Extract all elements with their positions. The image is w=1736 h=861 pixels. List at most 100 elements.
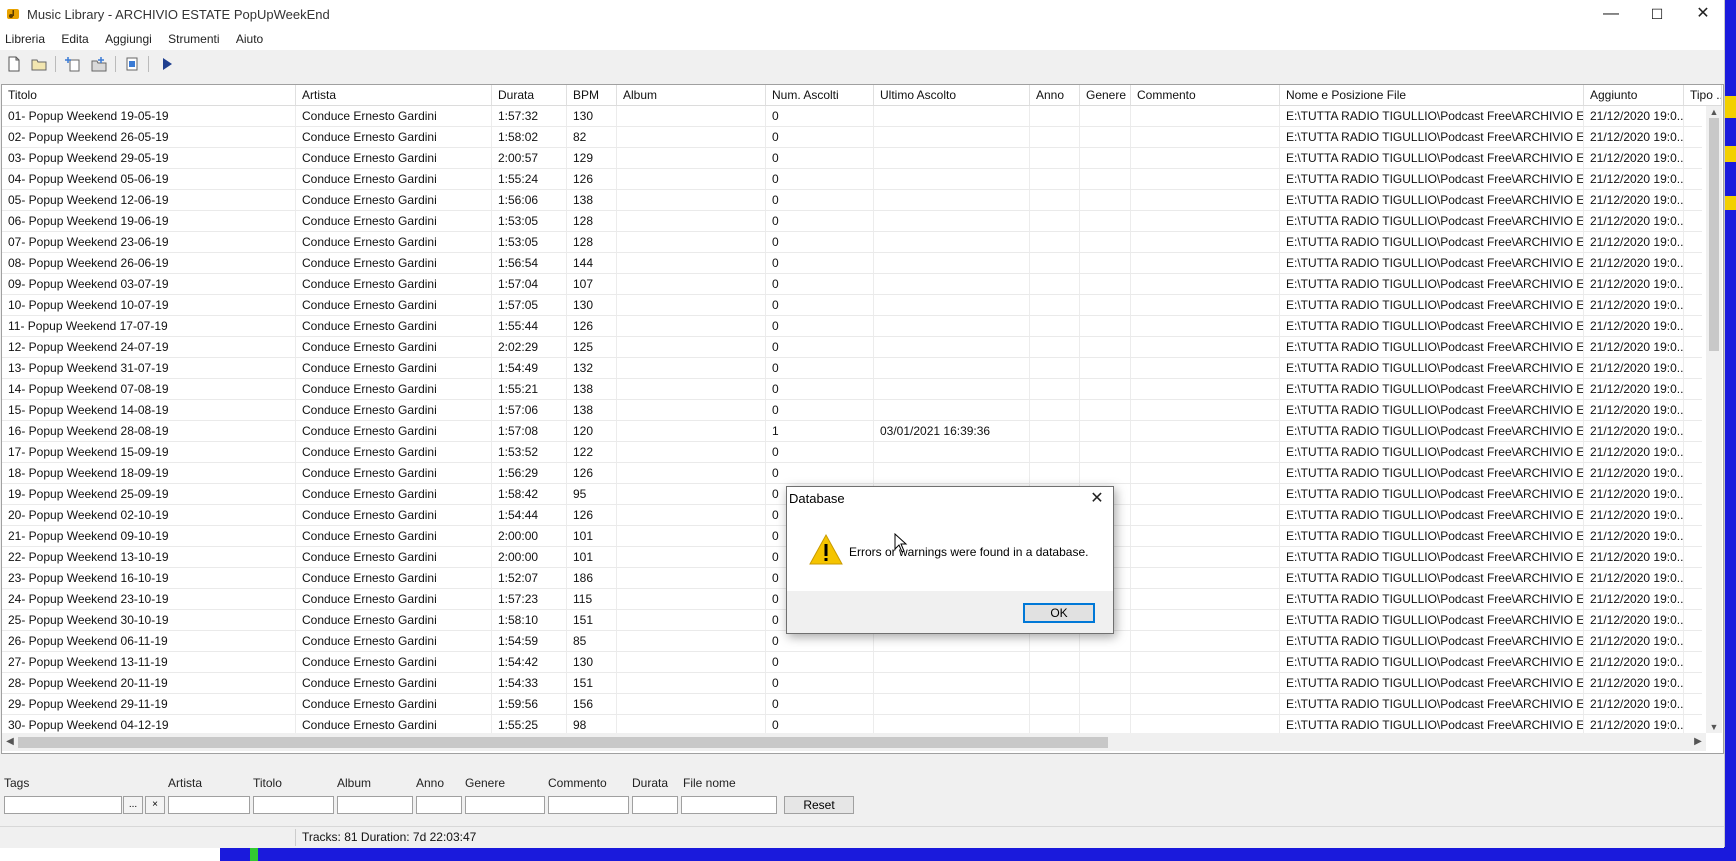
scroll-up-arrow-icon[interactable]: ▲ (1706, 106, 1722, 118)
table-row[interactable]: 07- Popup Weekend 23-06-19 Conduce Ernest… (2, 232, 1702, 253)
add-folder-icon[interactable] (89, 54, 109, 74)
scroll-left-arrow-icon[interactable]: ◀ (2, 733, 18, 751)
menu-aiuto[interactable]: Aiuto (231, 30, 263, 48)
cell-commento (1131, 232, 1280, 252)
add-files-icon[interactable] (63, 54, 83, 74)
column-header-num-ascolti[interactable]: Num. Ascolti (766, 85, 874, 105)
table-row[interactable]: 30- Popup Weekend 04-12-19 Conduce Ernest… (2, 715, 1702, 733)
horizontal-scroll-thumb[interactable] (18, 737, 1108, 748)
cell-durata: 1:58:42 (492, 484, 567, 504)
cell-genere (1080, 400, 1131, 420)
cell-anno (1030, 274, 1080, 294)
cell-album (617, 526, 766, 546)
table-row[interactable]: 14- Popup Weekend 07-08-19 Conduce Ernest… (2, 379, 1702, 400)
maximize-button[interactable]: ☐ (1634, 0, 1680, 30)
album-filter-input[interactable] (337, 796, 413, 814)
cell-tipo (1684, 106, 1702, 126)
anno-filter-input[interactable] (416, 796, 462, 814)
open-folder-icon[interactable] (29, 54, 49, 74)
tags-filter-input[interactable] (4, 796, 122, 814)
cell-num-ascolti: 0 (766, 127, 874, 147)
file-nome-filter-input[interactable] (681, 796, 777, 814)
genere-filter-input[interactable] (465, 796, 545, 814)
column-header-tipo[interactable]: Tipo ... (1684, 85, 1722, 105)
column-header-album[interactable]: Album (617, 85, 766, 105)
durata-filter-input[interactable] (632, 796, 678, 814)
cell-bpm: 126 (567, 505, 617, 525)
menu-aggiungi[interactable]: Aggiungi (100, 30, 152, 48)
cell-durata: 2:00:00 (492, 526, 567, 546)
column-header-anno[interactable]: Anno (1030, 85, 1080, 105)
cell-num-ascolti: 0 (766, 253, 874, 273)
column-header-artista[interactable]: Artista (296, 85, 492, 105)
cell-commento (1131, 316, 1280, 336)
table-row[interactable]: 06- Popup Weekend 19-06-19 Conduce Ernest… (2, 211, 1702, 232)
table-row[interactable]: 13- Popup Weekend 31-07-19 Conduce Ernest… (2, 358, 1702, 379)
table-row[interactable]: 04- Popup Weekend 05-06-19 Conduce Ernest… (2, 169, 1702, 190)
menu-strumenti[interactable]: Strumenti (163, 30, 219, 48)
play-icon[interactable] (157, 54, 177, 74)
cell-commento (1131, 421, 1280, 441)
table-row[interactable]: 11- Popup Weekend 17-07-19 Conduce Ernest… (2, 316, 1702, 337)
table-row[interactable]: 15- Popup Weekend 14-08-19 Conduce Ernest… (2, 400, 1702, 421)
table-row[interactable]: 09- Popup Weekend 03-07-19 Conduce Ernest… (2, 274, 1702, 295)
table-row[interactable]: 29- Popup Weekend 29-11-19 Conduce Ernest… (2, 694, 1702, 715)
cell-album (617, 421, 766, 441)
cell-commento (1131, 148, 1280, 168)
column-header-commento[interactable]: Commento (1131, 85, 1280, 105)
export-icon[interactable] (122, 54, 142, 74)
scroll-right-arrow-icon[interactable]: ▶ (1690, 733, 1706, 751)
cell-ultimo-ascolto (874, 106, 1030, 126)
column-header-genere[interactable]: Genere (1080, 85, 1131, 105)
column-header-bpm[interactable]: BPM (567, 85, 617, 105)
ok-button[interactable]: OK (1023, 603, 1095, 623)
cell-bpm: 126 (567, 316, 617, 336)
table-row[interactable]: 02- Popup Weekend 26-05-19 Conduce Ernest… (2, 127, 1702, 148)
cell-bpm: 130 (567, 106, 617, 126)
vertical-scrollbar[interactable]: ▲ ▼ (1706, 106, 1722, 733)
menu-edita[interactable]: Edita (56, 30, 88, 48)
table-row[interactable]: 03- Popup Weekend 29-05-19 Conduce Ernest… (2, 148, 1702, 169)
column-header-ultimo-ascolto[interactable]: Ultimo Ascolto (874, 85, 1030, 105)
artista-filter-input[interactable] (168, 796, 250, 814)
tags-browse-button[interactable]: ... (123, 796, 143, 814)
scroll-down-arrow-icon[interactable]: ▼ (1706, 721, 1722, 733)
new-file-icon[interactable] (4, 54, 24, 74)
close-button[interactable]: ✕ (1680, 0, 1726, 30)
table-row[interactable]: 05- Popup Weekend 12-06-19 Conduce Ernest… (2, 190, 1702, 211)
table-row[interactable]: 26- Popup Weekend 06-11-19 Conduce Ernest… (2, 631, 1702, 652)
table-row[interactable]: 12- Popup Weekend 24-07-19 Conduce Ernest… (2, 337, 1702, 358)
column-header-titolo[interactable]: Titolo (2, 85, 296, 105)
cell-album (617, 358, 766, 378)
minimize-button[interactable]: — (1588, 0, 1634, 30)
reset-button[interactable]: Reset (784, 796, 854, 814)
cell-durata: 1:57:06 (492, 400, 567, 420)
menu-libreria[interactable]: Libreria (0, 30, 45, 48)
table-row[interactable]: 08- Popup Weekend 26-06-19 Conduce Ernest… (2, 253, 1702, 274)
cell-durata: 1:56:29 (492, 463, 567, 483)
cell-aggiunto: 21/12/2020 19:0... (1584, 190, 1684, 210)
table-row[interactable]: 28- Popup Weekend 20-11-19 Conduce Ernest… (2, 673, 1702, 694)
cell-commento (1131, 694, 1280, 714)
column-header-durata[interactable]: Durata (492, 85, 567, 105)
dialog-close-button[interactable]: ✕ (1083, 487, 1111, 511)
commento-filter-input[interactable] (548, 796, 629, 814)
table-row[interactable]: 01- Popup Weekend 19-05-19 Conduce Ernest… (2, 106, 1702, 127)
tags-clear-button[interactable]: × (145, 796, 165, 814)
cell-commento (1131, 442, 1280, 462)
horizontal-scrollbar[interactable]: ◀ ▶ (2, 733, 1706, 751)
table-row[interactable]: 27- Popup Weekend 13-11-19 Conduce Ernest… (2, 652, 1702, 673)
cell-num-ascolti: 0 (766, 715, 874, 733)
cell-durata: 2:00:00 (492, 547, 567, 567)
table-row[interactable]: 16- Popup Weekend 28-08-19 Conduce Ernest… (2, 421, 1702, 442)
titolo-filter-input[interactable] (253, 796, 334, 814)
vertical-scroll-thumb[interactable] (1709, 118, 1719, 351)
column-header-aggiunto[interactable]: Aggiunto (1584, 85, 1684, 105)
table-row[interactable]: 18- Popup Weekend 18-09-19 Conduce Ernest… (2, 463, 1702, 484)
background-window-bottom (220, 847, 1736, 861)
column-header-file[interactable]: Nome e Posizione File (1280, 85, 1584, 105)
table-row[interactable]: 17- Popup Weekend 15-09-19 Conduce Ernest… (2, 442, 1702, 463)
table-row[interactable]: 10- Popup Weekend 10-07-19 Conduce Ernest… (2, 295, 1702, 316)
cell-aggiunto: 21/12/2020 19:0... (1584, 295, 1684, 315)
cell-album (617, 568, 766, 588)
